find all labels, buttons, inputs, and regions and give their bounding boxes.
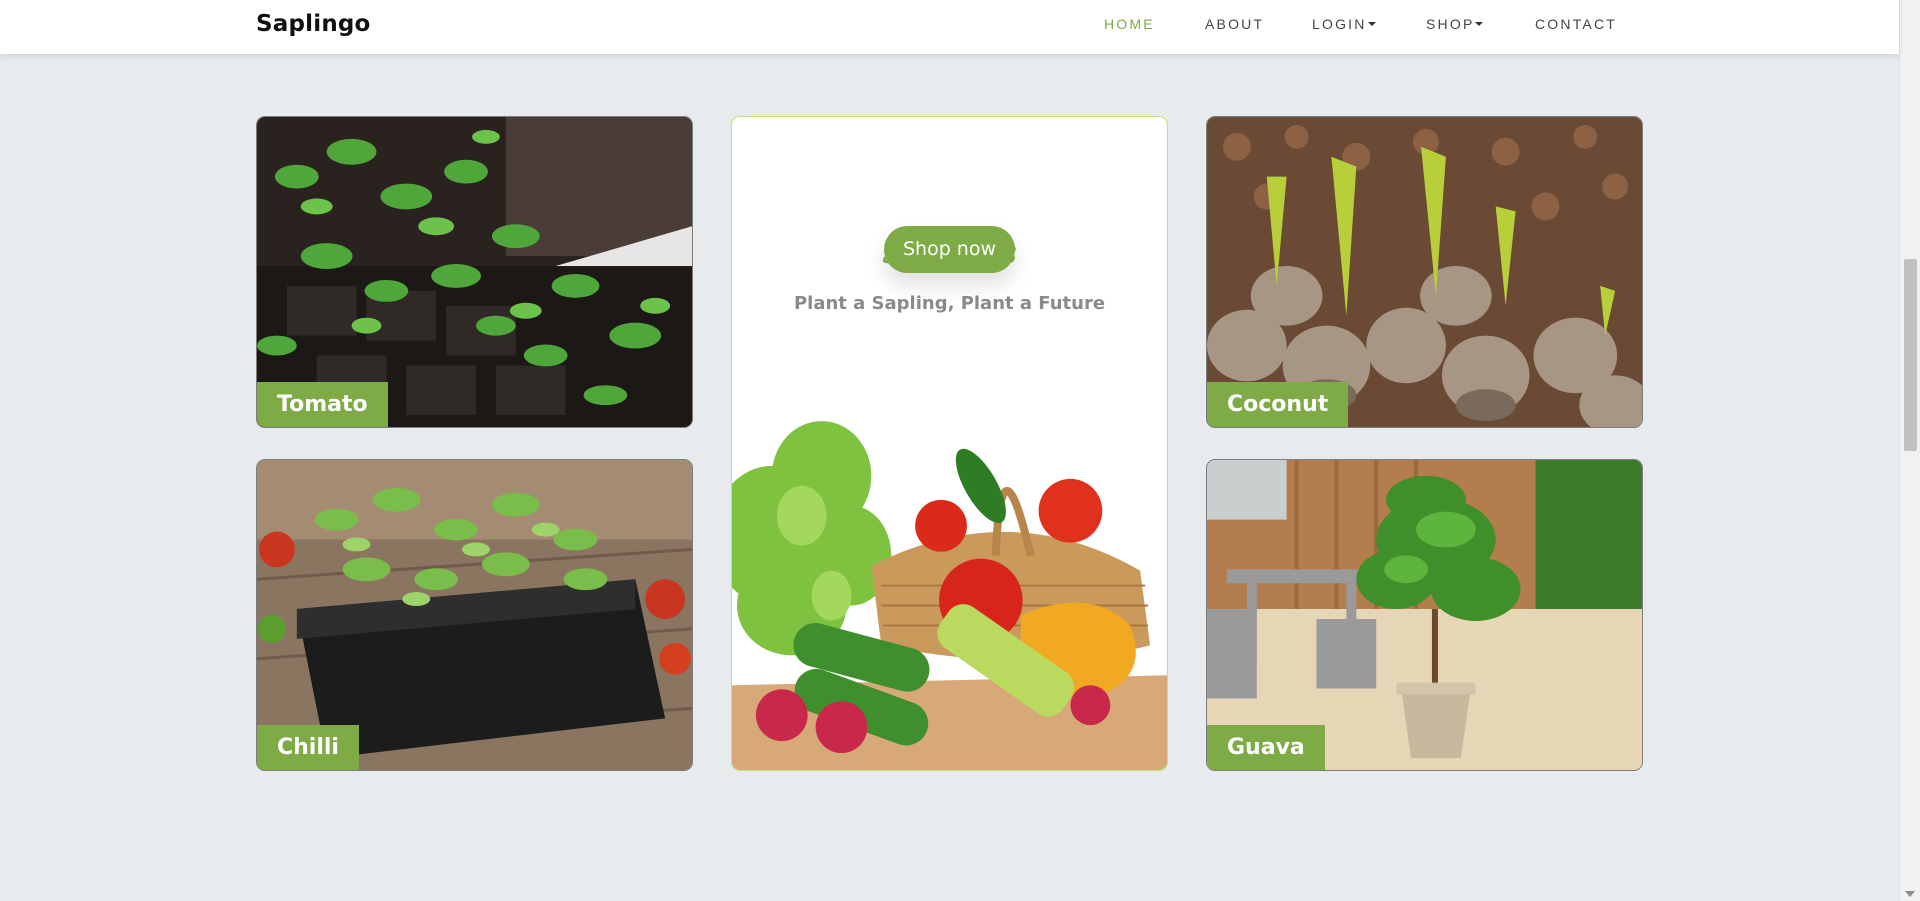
tomato-seedlings-image: [257, 117, 692, 427]
page-scrollbar[interactable]: [1899, 0, 1920, 901]
card-label-tomato: Tomato: [257, 382, 388, 427]
scrollbar-thumb[interactable]: [1904, 259, 1917, 451]
nav-login-label: LOGIN: [1312, 16, 1367, 32]
nav-shop[interactable]: SHOP: [1426, 16, 1484, 32]
product-card-chilli[interactable]: Chilli: [256, 459, 693, 771]
card-label-coconut: Coconut: [1207, 382, 1349, 427]
shop-now-button[interactable]: Shop now: [884, 226, 1015, 273]
product-card-coconut[interactable]: Coconut: [1206, 116, 1643, 428]
coconut-sprouts-image: [1207, 117, 1642, 427]
product-card-tomato[interactable]: Tomato: [256, 116, 693, 428]
caret-down-icon: [1367, 22, 1376, 26]
top-navbar: Saplingo HOME ABOUT LOGIN SHOP CONTACT: [0, 0, 1899, 54]
promo-tagline: Plant a Sapling, Plant a Future: [793, 293, 1106, 314]
chilli-seedlings-image: [257, 460, 692, 770]
nav-about[interactable]: ABOUT: [1205, 16, 1264, 32]
caret-down-icon: [1475, 22, 1484, 26]
brand-logo[interactable]: Saplingo: [256, 11, 371, 37]
scroll-down-arrow-icon[interactable]: [1905, 891, 1915, 897]
vegetable-basket-image: [732, 117, 1167, 770]
nav-shop-label: SHOP: [1426, 16, 1475, 32]
promo-card: Saplings Plant a Sapling, Plant a Future: [731, 116, 1168, 771]
nav-contact[interactable]: CONTACT: [1535, 16, 1617, 32]
nav-home[interactable]: HOME: [1104, 16, 1155, 32]
nav-login[interactable]: LOGIN: [1312, 16, 1376, 32]
product-card-guava[interactable]: Guava: [1206, 459, 1643, 771]
guava-tree-image: [1207, 460, 1642, 770]
card-label-chilli: Chilli: [257, 725, 359, 770]
card-label-guava: Guava: [1207, 725, 1325, 770]
